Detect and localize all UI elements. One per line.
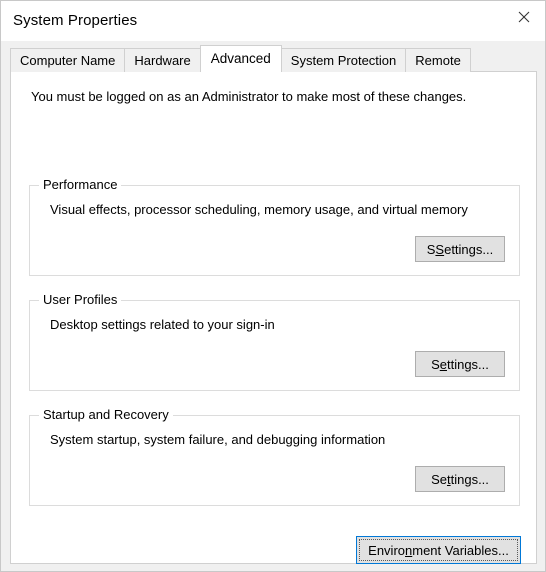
group-user-profiles-description: Desktop settings related to your sign-in xyxy=(50,317,275,332)
group-startup-legend: Startup and Recovery xyxy=(39,407,173,423)
tab-hardware[interactable]: Hardware xyxy=(124,48,201,72)
group-startup-description: System startup, system failure, and debu… xyxy=(50,432,386,447)
tab-computer-name[interactable]: Computer Name xyxy=(10,48,126,72)
environment-variables-button[interactable]: Environment Variables... xyxy=(356,536,521,564)
startup-recovery-settings-button[interactable]: Settings... xyxy=(415,466,505,492)
tab-system-protection[interactable]: System Protection xyxy=(280,48,407,72)
tab-advanced[interactable]: Advanced xyxy=(199,45,282,72)
system-properties-window: System Properties Computer Name Hardware… xyxy=(0,0,546,572)
startup-settings-label-post: tings... xyxy=(450,471,489,487)
tab-strip: Computer Name Hardware Advanced System P… xyxy=(10,45,471,72)
dialog-client-area: Computer Name Hardware Advanced System P… xyxy=(1,41,545,571)
close-icon[interactable] xyxy=(501,1,545,33)
tab-page-advanced: You must be logged on as an Administrato… xyxy=(10,71,537,564)
group-performance: Performance Visual effects, processor sc… xyxy=(29,177,520,276)
tab-remote[interactable]: Remote xyxy=(405,48,471,72)
envvars-label-pre: Enviro xyxy=(368,542,406,558)
startup-settings-label-pre: Se xyxy=(431,471,447,487)
group-performance-description: Visual effects, processor scheduling, me… xyxy=(50,202,468,217)
group-performance-legend: Performance xyxy=(39,177,122,193)
administrator-notice: You must be logged on as an Administrato… xyxy=(31,89,467,104)
performance-settings-button[interactable]: SSettings... xyxy=(415,236,505,262)
performance-settings-label-post: ettings... xyxy=(444,241,494,257)
performance-settings-label-accel: S xyxy=(435,241,445,257)
user-profiles-settings-label-accel: e xyxy=(439,356,447,372)
group-user-profiles: User Profiles Desktop settings related t… xyxy=(29,292,520,391)
group-user-profiles-legend: User Profiles xyxy=(39,292,122,308)
window-title: System Properties xyxy=(13,12,138,29)
group-startup-and-recovery: Startup and Recovery System startup, sys… xyxy=(29,407,520,506)
title-bar: System Properties xyxy=(1,1,545,42)
close-glyph xyxy=(518,11,530,23)
user-profiles-settings-label-pre: S xyxy=(431,356,440,372)
user-profiles-settings-label-post: ttings... xyxy=(446,356,489,372)
user-profiles-settings-button[interactable]: Settings... xyxy=(415,351,505,377)
envvars-label-post: ment Variables... xyxy=(412,542,509,558)
